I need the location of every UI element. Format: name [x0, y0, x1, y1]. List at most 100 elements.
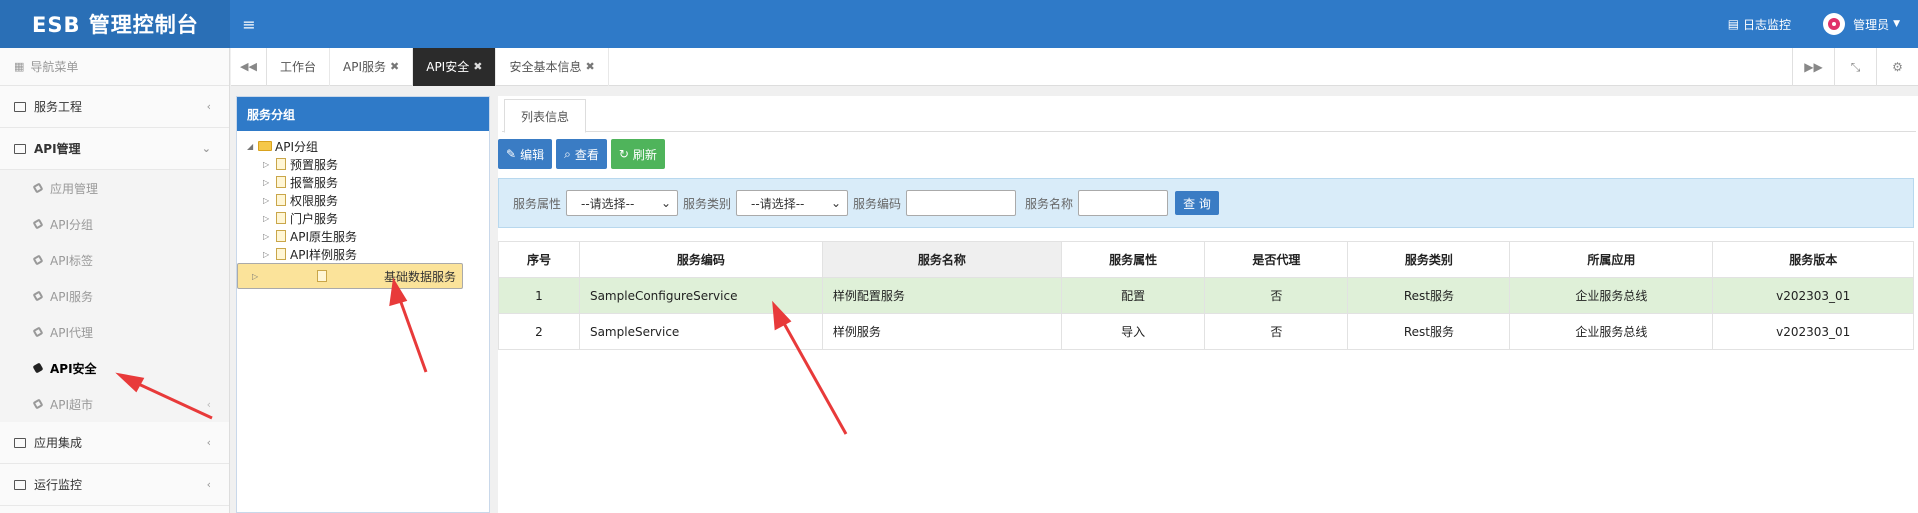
sidebar-group-api-management[interactable]: API管理 ⌄ [0, 128, 229, 170]
triangle-down-icon: ◢ [247, 141, 254, 151]
tab-scroll-right-icon[interactable]: ▶▶ [1792, 48, 1834, 86]
col-app[interactable]: 所属应用 [1509, 241, 1714, 278]
search-bar: 服务属性 --请选择-- ⌄ 服务类别 --请选择-- ⌄ 服务编码 服务名称 查 … [498, 178, 1914, 228]
col-category[interactable]: 服务类别 [1347, 241, 1511, 278]
page-icon [276, 212, 286, 224]
tab-api-security[interactable]: API安全 ✖ [413, 47, 497, 86]
service-group-panel: 服务分组 ◢ API分组 ▷ 预置服务 ▷ 报警服务 ▷ 权限服务 ▷ 门户服务 ▷ API… [236, 96, 490, 513]
close-icon[interactable]: ✖ [390, 60, 399, 73]
sidebar-item-api-tag[interactable]: API标签 [0, 242, 229, 278]
tree-node[interactable]: ▷ API原生服务 [237, 227, 489, 245]
service-group-tree: ◢ API分组 ▷ 预置服务 ▷ 报警服务 ▷ 权限服务 ▷ 门户服务 ▷ API原生服务 … [237, 131, 489, 289]
sidebar-item-app-management[interactable]: 应用管理 [0, 170, 229, 206]
tree-node[interactable]: ▷ 权限服务 [237, 191, 489, 209]
sidebar-heading: ▦ 导航菜单 [0, 48, 229, 86]
triangle-right-icon: ▷ [263, 231, 270, 241]
tree-node[interactable]: ▷ 预置服务 [237, 155, 489, 173]
leaf-icon [32, 398, 44, 410]
page-icon [276, 158, 286, 170]
menu-toggle-icon[interactable]: ≡ [240, 12, 258, 36]
refresh-icon: ↻ [618, 147, 629, 161]
gear-icon[interactable]: ⚙ [1876, 48, 1918, 86]
sidebar-item-api-proxy[interactable]: API代理 [0, 314, 229, 350]
col-name[interactable]: 服务名称 [821, 241, 1062, 278]
table-row[interactable]: 2 SampleService 样例服务 导入 否 Rest服务 企业服务总线 … [498, 313, 1914, 350]
view-button[interactable]: ⌕ 查看 [556, 139, 607, 169]
col-proxy[interactable]: 是否代理 [1204, 241, 1349, 278]
query-button[interactable]: 查 询 [1175, 191, 1219, 215]
tree-node[interactable]: ▷ API样例服务 [237, 245, 489, 263]
folder-icon [14, 437, 26, 448]
sidebar: ▦ 导航菜单 服务工程 ‹ API管理 ⌄ 应用管理 API分组 API标签 A… [0, 48, 230, 513]
fullscreen-icon[interactable]: ⤡ [1834, 48, 1876, 86]
sidebar-item-api-service[interactable]: API服务 [0, 278, 229, 314]
page-icon [317, 270, 328, 282]
tree-node[interactable]: ▷ 门户服务 [237, 209, 489, 227]
col-no[interactable]: 序号 [498, 241, 580, 278]
category-select[interactable]: --请选择-- ⌄ [736, 190, 849, 216]
service-table: 序号 服务编码 服务名称 服务属性 是否代理 服务类别 所属应用 服务版本 1 … [498, 241, 1914, 350]
triangle-right-icon: ▷ [263, 159, 270, 169]
log-monitor-link[interactable]: ▤ 日志监控 [1728, 16, 1791, 33]
chevron-down-icon[interactable]: ▼ [1893, 19, 1900, 29]
folder-icon [14, 143, 26, 154]
chevron-left-icon: ‹ [206, 436, 211, 449]
tree-node[interactable]: ▷ 报警服务 [237, 173, 489, 191]
attr-select[interactable]: --请选择-- ⌄ [566, 190, 679, 216]
grid-icon: ▦ [14, 60, 25, 73]
triangle-right-icon: ▷ [263, 195, 270, 205]
leaf-icon [32, 254, 44, 266]
list-tab-bar: 列表信息 [502, 96, 1916, 133]
sidebar-group-app-integration[interactable]: 应用集成 ‹ [0, 422, 229, 464]
edit-button[interactable]: ✎ 编辑 [498, 139, 553, 169]
refresh-button[interactable]: ↻ 刷新 [610, 139, 665, 169]
chevron-down-icon: ⌄ [660, 196, 672, 210]
folder-icon [258, 141, 272, 151]
search-icon: ⌕ [564, 146, 571, 161]
chevron-left-icon: ‹ [206, 100, 211, 113]
leaf-icon [32, 218, 44, 230]
close-icon[interactable]: ✖ [473, 60, 482, 73]
action-toolbar: ✎ 编辑 ⌕ 查看 ↻ 刷新 [498, 139, 665, 169]
sidebar-item-api-group[interactable]: API分组 [0, 206, 229, 242]
page-icon [276, 176, 286, 188]
tab-scroll-left-icon[interactable]: ◀◀ [231, 47, 267, 86]
page-icon [276, 194, 286, 206]
chevron-left-icon: ‹ [206, 397, 211, 411]
folder-icon [14, 479, 26, 490]
sidebar-group-run-monitor[interactable]: 运行监控 ‹ [0, 464, 229, 506]
tab-api-service[interactable]: API服务 ✖ [330, 47, 414, 86]
chevron-down-icon: ⌄ [830, 196, 842, 210]
triangle-right-icon: ▷ [263, 249, 270, 259]
col-version[interactable]: 服务版本 [1712, 241, 1914, 278]
leaf-icon [32, 290, 44, 302]
name-input[interactable] [1078, 190, 1169, 216]
close-icon[interactable]: ✖ [585, 60, 594, 73]
chevron-down-icon: ⌄ [201, 142, 211, 155]
leaf-icon [32, 326, 44, 338]
col-attr[interactable]: 服务属性 [1060, 241, 1206, 278]
tree-node-selected[interactable]: ▷ 基础数据服务 [237, 263, 463, 289]
page-icon [276, 230, 286, 242]
table-row[interactable]: 1 SampleConfigureService 样例配置服务 配置 否 Res… [498, 277, 1914, 314]
tab-security-basic-info[interactable]: 安全基本信息 ✖ [496, 47, 609, 86]
folder-icon [14, 101, 26, 112]
tab-workbench[interactable]: 工作台 [267, 47, 331, 86]
code-label: 服务编码 [853, 196, 902, 211]
triangle-right-icon: ▷ [263, 213, 270, 223]
triangle-right-icon: ▷ [252, 271, 259, 281]
sidebar-item-api-market[interactable]: API超市 ‹ [0, 386, 229, 422]
log-monitor-label: 日志监控 [1743, 17, 1792, 32]
code-input[interactable] [906, 190, 1017, 216]
sidebar-group-service-project[interactable]: 服务工程 ‹ [0, 86, 229, 128]
tab-list-info[interactable]: 列表信息 [504, 99, 586, 133]
main-panel: 列表信息 ✎ 编辑 ⌕ 查看 ↻ 刷新 服务属性 --请选择-- ⌄ 服务类别 --请选… [498, 96, 1918, 513]
col-code[interactable]: 服务编码 [578, 241, 823, 278]
name-label: 服务名称 [1025, 196, 1074, 211]
tree-node-api-group[interactable]: ◢ API分组 [237, 137, 489, 155]
leaf-icon [32, 362, 44, 374]
table-header-row: 序号 服务编码 服务名称 服务属性 是否代理 服务类别 所属应用 服务版本 [498, 241, 1914, 278]
avatar[interactable] [1823, 13, 1846, 35]
sidebar-item-api-security[interactable]: API安全 [0, 350, 229, 386]
user-name[interactable]: 管理员 [1853, 16, 1889, 33]
